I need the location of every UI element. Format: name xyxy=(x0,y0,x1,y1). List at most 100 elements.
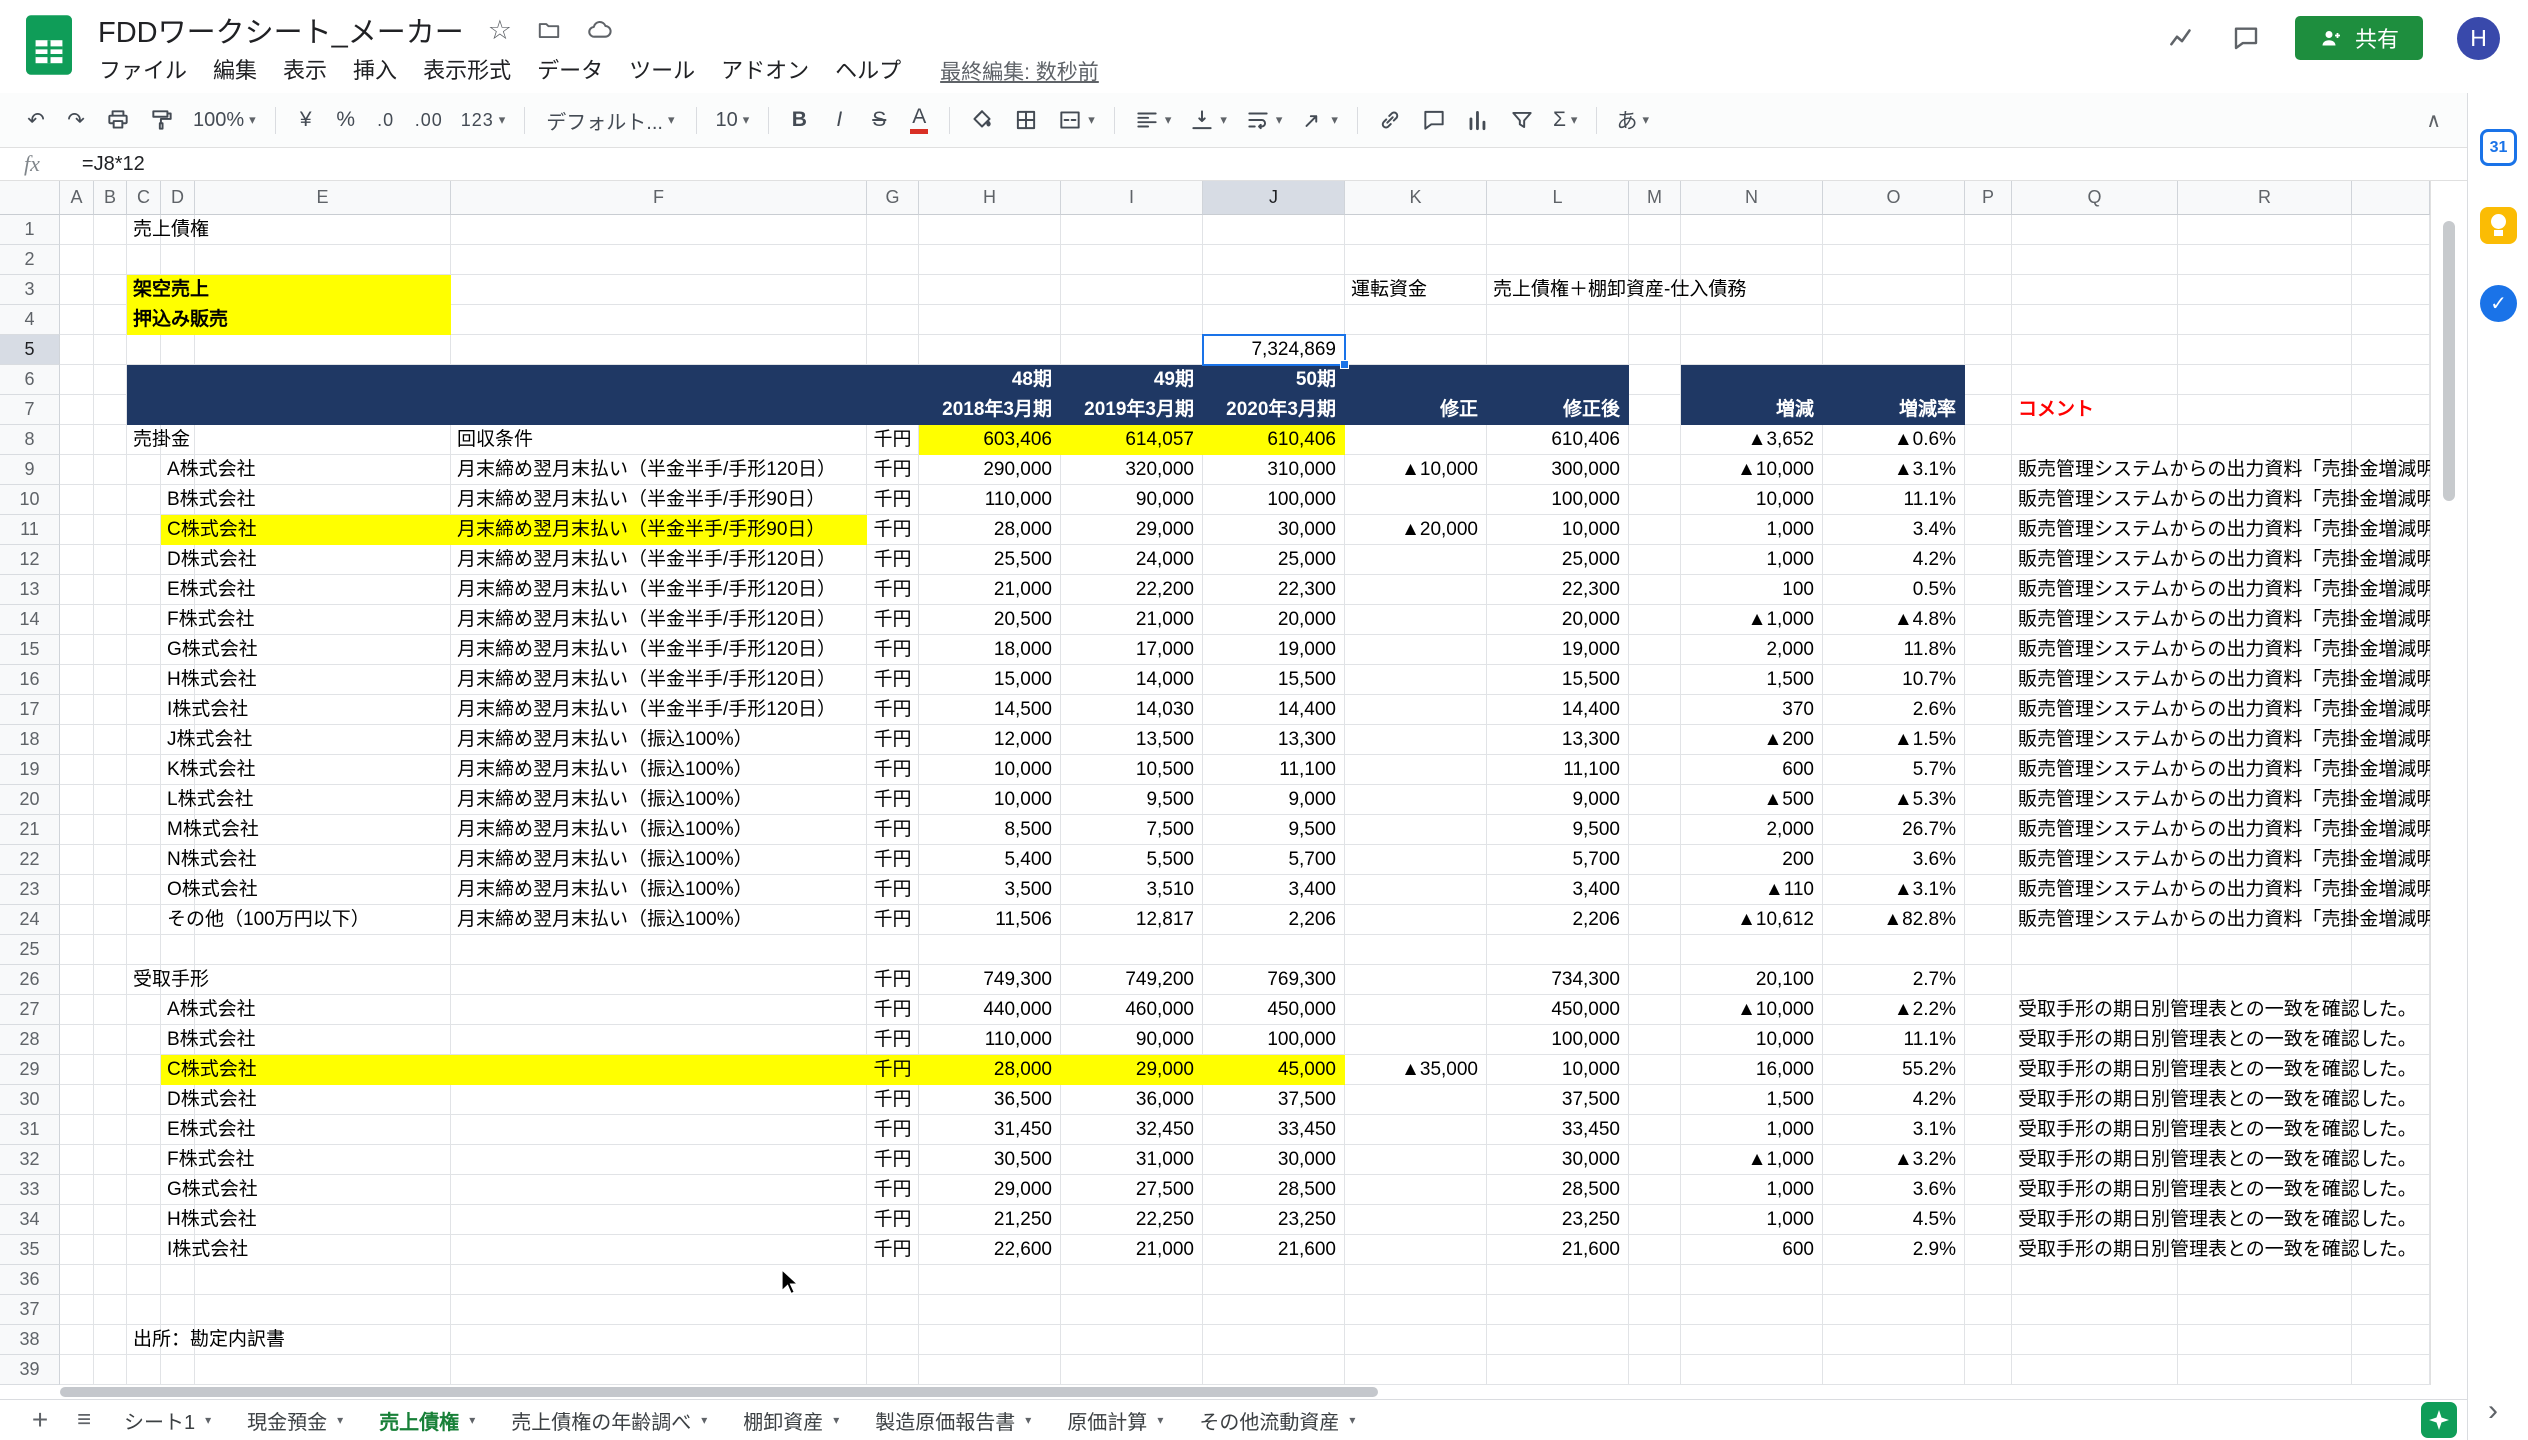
cell-O37[interactable] xyxy=(1823,1295,1965,1325)
cell-N5[interactable] xyxy=(1681,335,1823,365)
cell-N36[interactable] xyxy=(1681,1265,1823,1295)
cell-S39[interactable] xyxy=(2352,1355,2430,1385)
cell-D2[interactable] xyxy=(161,245,195,275)
row-header-1[interactable]: 1 xyxy=(0,215,60,245)
cell-N29[interactable]: 16,000 xyxy=(1681,1055,1823,1085)
cell-A27[interactable] xyxy=(60,995,94,1025)
cell-L35[interactable]: 21,600 xyxy=(1487,1235,1629,1265)
cell-F16[interactable]: 月末締め翌月末払い（半金半手/手形120日） xyxy=(451,665,867,695)
column-header-L[interactable]: L xyxy=(1487,181,1629,215)
cell-Q31[interactable]: 受取手形の期日別管理表との一致を確認した。 xyxy=(2012,1115,2417,1145)
print-button[interactable] xyxy=(97,100,139,140)
cell-F10[interactable]: 月末締め翌月末払い（半金半手/手形90日） xyxy=(451,485,867,515)
cell-I23[interactable]: 3,510 xyxy=(1061,875,1203,905)
cell-G39[interactable] xyxy=(867,1355,919,1385)
cell-L8[interactable]: 610,406 xyxy=(1487,425,1629,455)
cell-C29[interactable] xyxy=(127,1055,161,1085)
row-header-2[interactable]: 2 xyxy=(0,245,60,275)
cell-R5[interactable] xyxy=(2178,335,2352,365)
cell-N7[interactable]: 増減 xyxy=(1681,395,1823,425)
cell-O10[interactable]: 11.1% xyxy=(1823,485,1965,515)
cell-P15[interactable] xyxy=(1965,635,2012,665)
cell-D20[interactable]: L株式会社 xyxy=(161,785,254,815)
cell-K7[interactable]: 修正 xyxy=(1345,395,1487,425)
cell-F23[interactable]: 月末締め翌月末払い（振込100%） xyxy=(451,875,867,905)
cell-O12[interactable]: 4.2% xyxy=(1823,545,1965,575)
cell-N15[interactable]: 2,000 xyxy=(1681,635,1823,665)
row-header-4[interactable]: 4 xyxy=(0,305,60,335)
cell-G9[interactable]: 千円 xyxy=(867,455,919,485)
cell-F13[interactable]: 月末締め翌月末払い（半金半手/手形120日） xyxy=(451,575,867,605)
cell-H15[interactable]: 18,000 xyxy=(919,635,1061,665)
cell-P36[interactable] xyxy=(1965,1265,2012,1295)
cell-B14[interactable] xyxy=(94,605,127,635)
cell-J3[interactable] xyxy=(1203,275,1345,305)
cell-O21[interactable]: 26.7% xyxy=(1823,815,1965,845)
cell-K2[interactable] xyxy=(1345,245,1487,275)
cell-Q38[interactable] xyxy=(2012,1325,2178,1355)
cell-M20[interactable] xyxy=(1629,785,1681,815)
cell-A3[interactable] xyxy=(60,275,94,305)
cell-P25[interactable] xyxy=(1965,935,2012,965)
cell-O34[interactable]: 4.5% xyxy=(1823,1205,1965,1235)
cell-B23[interactable] xyxy=(94,875,127,905)
cell-J28[interactable]: 100,000 xyxy=(1203,1025,1345,1055)
cell-M32[interactable] xyxy=(1629,1145,1681,1175)
cell-C34[interactable] xyxy=(127,1205,161,1235)
cell-A26[interactable] xyxy=(60,965,94,995)
cell-D10[interactable]: B株式会社 xyxy=(161,485,256,515)
row-header-27[interactable]: 27 xyxy=(0,995,60,1025)
cell-H37[interactable] xyxy=(919,1295,1061,1325)
cell-H9[interactable]: 290,000 xyxy=(919,455,1061,485)
cell-N19[interactable]: 600 xyxy=(1681,755,1823,785)
cell-L18[interactable]: 13,300 xyxy=(1487,725,1629,755)
cell-B15[interactable] xyxy=(94,635,127,665)
cell-J23[interactable]: 3,400 xyxy=(1203,875,1345,905)
cell-A18[interactable] xyxy=(60,725,94,755)
cell-E6[interactable] xyxy=(195,365,451,395)
cell-G33[interactable]: 千円 xyxy=(867,1175,919,1205)
cell-J35[interactable]: 21,600 xyxy=(1203,1235,1345,1265)
column-header-P[interactable]: P xyxy=(1965,181,2012,215)
cell-F17[interactable]: 月末締め翌月末払い（半金半手/手形120日） xyxy=(451,695,867,725)
cell-J34[interactable]: 23,250 xyxy=(1203,1205,1345,1235)
cell-M11[interactable] xyxy=(1629,515,1681,545)
cell-P6[interactable] xyxy=(1965,365,2012,395)
cell-O2[interactable] xyxy=(1823,245,1965,275)
cell-L16[interactable]: 15,500 xyxy=(1487,665,1629,695)
cell-M26[interactable] xyxy=(1629,965,1681,995)
cell-K32[interactable] xyxy=(1345,1145,1487,1175)
cell-O6[interactable] xyxy=(1823,365,1965,395)
cell-S38[interactable] xyxy=(2352,1325,2430,1355)
cell-M22[interactable] xyxy=(1629,845,1681,875)
cell-B19[interactable] xyxy=(94,755,127,785)
column-header-E[interactable]: E xyxy=(195,181,451,215)
cell-N28[interactable]: 10,000 xyxy=(1681,1025,1823,1055)
cell-P24[interactable] xyxy=(1965,905,2012,935)
row-header-14[interactable]: 14 xyxy=(0,605,60,635)
cell-M13[interactable] xyxy=(1629,575,1681,605)
cell-I2[interactable] xyxy=(1061,245,1203,275)
cell-B37[interactable] xyxy=(94,1295,127,1325)
share-button[interactable]: 共有 xyxy=(2294,16,2423,60)
cell-O20[interactable]: ▲5.3% xyxy=(1823,785,1965,815)
cell-F30[interactable] xyxy=(451,1085,867,1115)
row-header-15[interactable]: 15 xyxy=(0,635,60,665)
cell-B28[interactable] xyxy=(94,1025,127,1055)
cell-N34[interactable]: 1,000 xyxy=(1681,1205,1823,1235)
zoom-button[interactable]: 100% ▾ xyxy=(185,100,264,140)
cell-A4[interactable] xyxy=(60,305,94,335)
sheet-tab-シート1[interactable]: シート1 ▾ xyxy=(106,1400,229,1440)
cell-F11[interactable]: 月末締め翌月末払い（半金半手/手形90日） xyxy=(451,515,867,545)
cell-A36[interactable] xyxy=(60,1265,94,1295)
cell-M34[interactable] xyxy=(1629,1205,1681,1235)
collapse-toolbar-icon[interactable]: ∧ xyxy=(2426,108,2441,133)
cell-P20[interactable] xyxy=(1965,785,2012,815)
cell-H22[interactable]: 5,400 xyxy=(919,845,1061,875)
cell-I8[interactable]: 614,057 xyxy=(1061,425,1203,455)
cell-M28[interactable] xyxy=(1629,1025,1681,1055)
cell-P37[interactable] xyxy=(1965,1295,2012,1325)
cell-L14[interactable]: 20,000 xyxy=(1487,605,1629,635)
cell-B38[interactable] xyxy=(94,1325,127,1355)
cell-B11[interactable] xyxy=(94,515,127,545)
